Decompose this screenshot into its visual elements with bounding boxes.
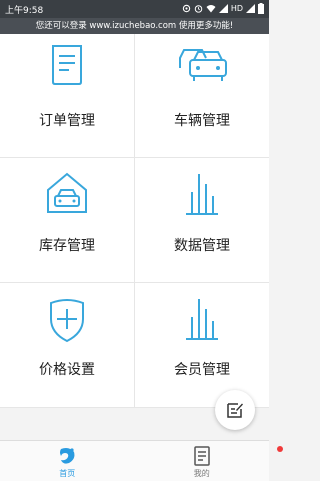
menu-vehicle-management[interactable]: 车辆管理 (135, 34, 269, 157)
login-banner[interactable]: 您还可以登录 www.izuchebao.com 使用更多功能! (0, 18, 269, 34)
tab-label: 我的 (193, 469, 210, 478)
vehicles-icon (179, 49, 227, 81)
member-bars-icon (186, 299, 218, 340)
system-icons: HD (182, 2, 264, 15)
garage-car-icon (47, 172, 87, 213)
signal-2-icon (246, 4, 255, 13)
edit-note-button[interactable] (215, 390, 255, 430)
menu-label: 订单管理 (39, 113, 95, 129)
order-document-icon (52, 45, 82, 85)
menu-order-management[interactable]: 订单管理 (0, 34, 134, 157)
menu-label: 车辆管理 (174, 113, 230, 129)
menu-grid: 订单管理 车辆管理 库存管理 数据管理 价格设置 会员管理 (0, 34, 269, 408)
shield-plus-icon (50, 299, 84, 343)
status-time: 上午9:58 (5, 6, 44, 16)
menu-data-management[interactable]: 数据管理 (135, 158, 269, 282)
menu-member-management[interactable]: 会员管理 (135, 283, 269, 407)
notification-badge-dot (276, 446, 283, 452)
menu-inventory-management[interactable]: 库存管理 (0, 158, 134, 282)
wifi-icon (206, 5, 216, 13)
menu-label: 数据管理 (174, 238, 230, 254)
menu-label: 会员管理 (174, 362, 230, 378)
status-bar: 上午9:58 HD (0, 0, 269, 18)
signal-icon (218, 4, 228, 13)
banner-text: 您还可以登录 www.izuchebao.com 使用更多功能! (35, 21, 234, 31)
tab-mine[interactable]: 我的 (135, 441, 283, 481)
location-icon (182, 4, 191, 13)
tab-home[interactable]: 首页 (0, 441, 135, 481)
bottom-tab-bar: 首页 我的 (0, 440, 283, 481)
alarm-icon (194, 5, 203, 13)
bar-chart-icon (186, 174, 218, 215)
menu-label: 价格设置 (39, 362, 95, 378)
menu-price-settings[interactable]: 价格设置 (0, 283, 134, 407)
edit-note-icon (227, 403, 243, 418)
battery-icon (258, 3, 264, 14)
network-type: HD (230, 4, 243, 13)
tab-label: 首页 (59, 469, 76, 478)
menu-label: 库存管理 (39, 238, 95, 254)
profile-document-icon (194, 446, 210, 466)
home-logo-icon (60, 448, 75, 464)
